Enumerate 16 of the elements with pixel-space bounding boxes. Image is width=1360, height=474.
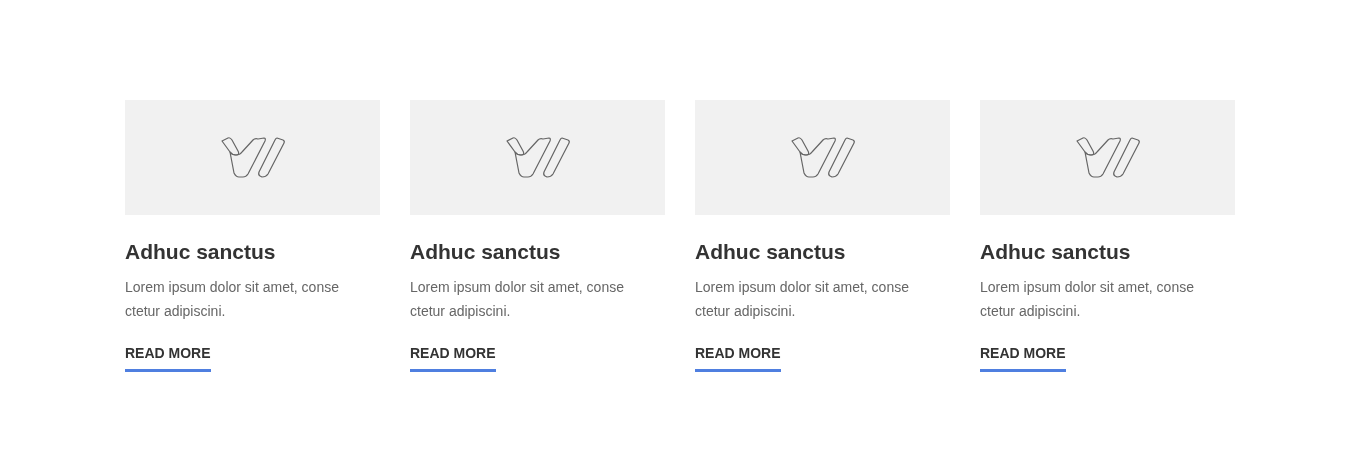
card-title: Adhuc sanctus bbox=[980, 239, 1132, 265]
logo-icon bbox=[219, 136, 286, 179]
logo-icon bbox=[789, 136, 856, 179]
card-description: Lorem ipsum dolor sit amet, conse ctetur adipiscini. bbox=[980, 278, 1195, 321]
read-more-link[interactable]: READ MORE bbox=[410, 343, 496, 372]
card-title: Adhuc sanctus bbox=[410, 239, 562, 265]
card-title: Adhuc sanctus bbox=[125, 239, 277, 265]
logo-icon bbox=[1074, 136, 1141, 179]
card-description: Lorem ipsum dolor sit amet, conse ctetur adipiscini. bbox=[410, 278, 625, 321]
card-description: Lorem ipsum dolor sit amet, conse ctetur adipiscini. bbox=[125, 278, 340, 321]
logo-icon bbox=[504, 136, 571, 179]
read-more-link[interactable]: READ MORE bbox=[695, 343, 781, 372]
card-title: Adhuc sanctus bbox=[695, 239, 847, 265]
read-more-link[interactable]: READ MORE bbox=[125, 343, 211, 372]
read-more-link[interactable]: READ MORE bbox=[980, 343, 1066, 372]
card-description: Lorem ipsum dolor sit amet, conse ctetur adipiscini. bbox=[695, 278, 910, 321]
